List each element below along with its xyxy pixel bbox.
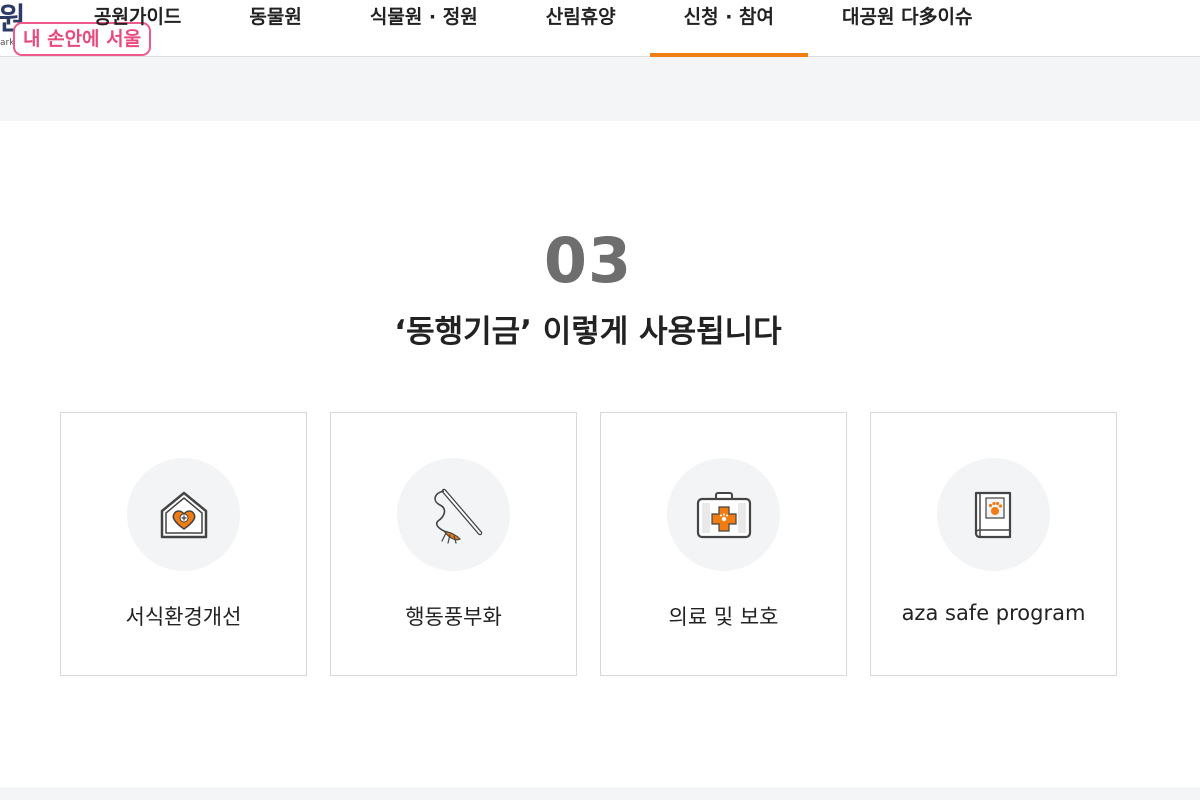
- card-label: 행동풍부화: [405, 605, 502, 629]
- nav-park-issues[interactable]: 대공원 다多이슈: [808, 0, 1007, 57]
- header: 원 ark 내 손안에 서울 공원가이드 동물원 식물원 · 정원 산림휴양 신…: [0, 0, 1200, 57]
- nav-park-guide[interactable]: 공원가이드: [60, 0, 215, 57]
- fund-usage-cards: 서식환경개선 행동풍부화 의료 및 보호 aza safe program: [60, 412, 1117, 676]
- card-label: 서식환경개선: [125, 605, 242, 629]
- icon-circle: [667, 458, 780, 571]
- nav-forest-recreation[interactable]: 산림휴양: [512, 0, 650, 57]
- section-title: ‘동행기금’ 이렇게 사용됩니다: [394, 314, 782, 350]
- icon-circle: [127, 458, 240, 571]
- card-label: aza safe program: [901, 601, 1086, 625]
- nav-apply-participate[interactable]: 신청 · 참여: [649, 0, 809, 57]
- card-behavioral-enrichment[interactable]: 행동풍부화: [330, 412, 577, 676]
- section-number: 03: [543, 224, 633, 297]
- nav-botanical-garden[interactable]: 식물원 · 정원: [336, 0, 512, 57]
- house-heart-icon: [160, 491, 207, 538]
- card-habitat-improvement[interactable]: 서식환경개선: [60, 412, 307, 676]
- card-label: 의료 및 보호: [668, 605, 779, 629]
- footer-band: [0, 787, 1200, 800]
- icon-circle: [937, 458, 1050, 571]
- paw-book-icon: [974, 491, 1011, 538]
- card-aza-safe-program[interactable]: aza safe program: [870, 412, 1117, 676]
- main-navigation: 공원가이드 동물원 식물원 · 정원 산림휴양 신청 · 참여 대공원 다多이슈: [60, 0, 1007, 57]
- sub-header-band: [0, 57, 1200, 121]
- nav-zoo[interactable]: 동물원: [215, 0, 335, 57]
- icon-circle: [397, 458, 510, 571]
- first-aid-kit-icon: [696, 491, 751, 538]
- cat-teaser-icon: [433, 488, 482, 544]
- card-medical-protection[interactable]: 의료 및 보호: [600, 412, 847, 676]
